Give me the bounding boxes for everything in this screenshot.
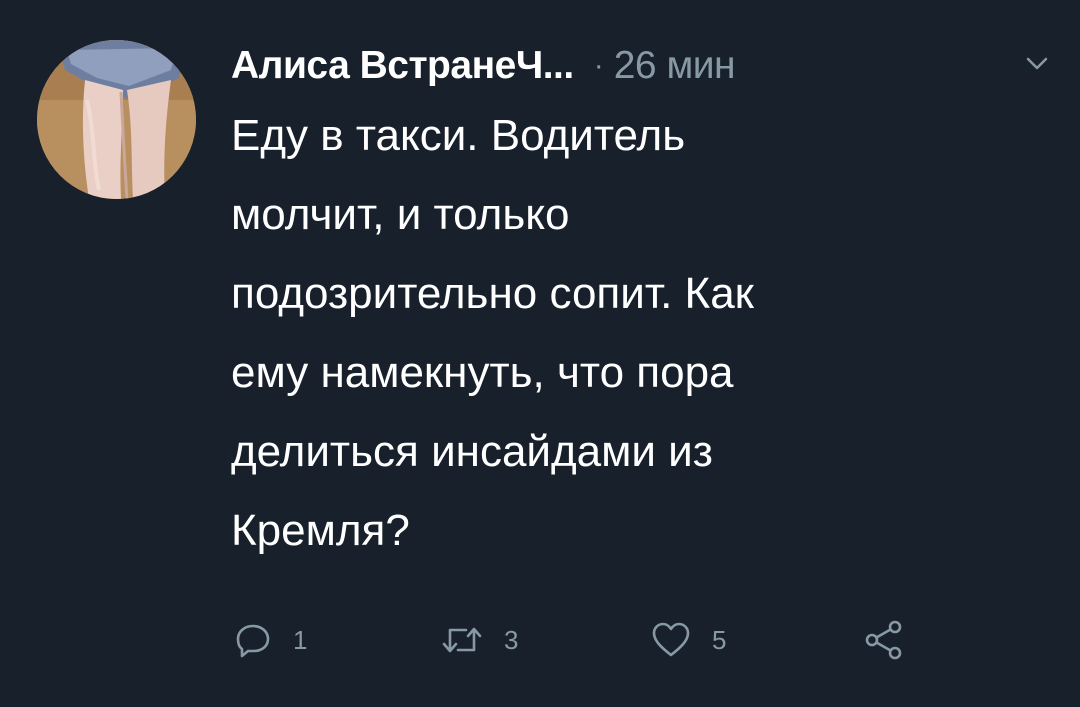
retweet-button[interactable]: 3	[440, 612, 518, 668]
tweet[interactable]: Алиса ВстранеЧ... · 26 мин Еду в такси. …	[0, 0, 1080, 707]
avatar-image	[37, 40, 196, 199]
tweet-text-line: Еду в такси. Водитель	[231, 111, 686, 160]
tweet-text-line: подозрительно сопит. Как	[231, 269, 754, 318]
share-button[interactable]	[862, 612, 906, 668]
tweet-text-line: Кремля?	[231, 506, 410, 555]
tweet-text-line: делиться инсайдами из	[231, 427, 713, 476]
chevron-down-icon[interactable]	[1026, 56, 1048, 72]
tweet-header: Алиса ВстранеЧ... · 26 мин	[231, 40, 1051, 92]
separator-dot: ·	[593, 49, 604, 82]
tweet-text-line: ему намекнуть, что пора	[231, 348, 734, 397]
heart-icon	[652, 622, 690, 657]
avatar[interactable]	[37, 40, 196, 199]
tweet-actions: 1 3 5	[0, 612, 1080, 668]
like-button[interactable]: 5	[650, 612, 726, 668]
retweet-icon	[442, 627, 482, 653]
author-name[interactable]: Алиса ВстранеЧ...	[231, 44, 574, 88]
reply-button[interactable]: 1	[233, 612, 307, 668]
tweet-timestamp[interactable]: 26 мин	[614, 44, 736, 88]
retweet-count: 3	[504, 624, 519, 655]
reply-icon	[236, 624, 270, 658]
like-count: 5	[712, 624, 727, 655]
tweet-text-line: молчит, и только	[231, 190, 570, 239]
reply-count: 1	[293, 624, 308, 655]
share-icon	[865, 620, 902, 660]
tweet-text: Еду в такси. Водитель молчит, и только п…	[231, 96, 991, 570]
